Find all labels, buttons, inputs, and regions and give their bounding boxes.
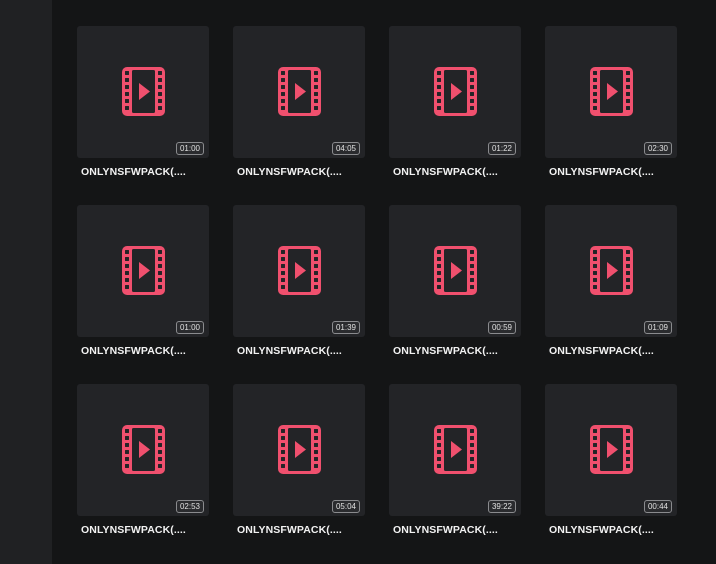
video-tile[interactable]: 01:09 ONLYNSFWPACK(.... [545, 205, 677, 384]
duration-badge: 01:00 [175, 321, 204, 334]
video-title[interactable]: ONLYNSFWPACK(.... [549, 345, 677, 357]
video-title[interactable]: ONLYNSFWPACK(.... [81, 524, 209, 536]
duration-badge: 01:22 [487, 142, 516, 155]
duration-badge: 02:30 [643, 142, 672, 155]
video-tile[interactable]: 01:39 ONLYNSFWPACK(.... [233, 205, 365, 384]
video-thumbnail[interactable]: 00:59 [389, 205, 521, 337]
video-thumbnail[interactable]: 02:53 [77, 384, 209, 516]
film-play-icon [278, 425, 321, 474]
duration-badge: 01:00 [175, 142, 204, 155]
film-play-icon [590, 246, 633, 295]
duration-badge: 01:09 [643, 321, 672, 334]
video-tile[interactable]: 01:00 ONLYNSFWPACK(.... [77, 205, 209, 384]
film-play-icon [122, 425, 165, 474]
video-thumbnail[interactable]: 01:09 [545, 205, 677, 337]
film-play-icon [434, 425, 477, 474]
video-thumbnail[interactable]: 01:39 [233, 205, 365, 337]
duration-badge: 04:05 [331, 142, 360, 155]
film-play-icon [122, 67, 165, 116]
video-thumbnail[interactable]: 01:00 [77, 26, 209, 158]
film-play-icon [122, 246, 165, 295]
film-play-icon [434, 246, 477, 295]
duration-badge: 39:22 [487, 500, 516, 513]
video-title[interactable]: ONLYNSFWPACK(.... [393, 345, 521, 357]
film-play-icon [590, 425, 633, 474]
video-title[interactable]: ONLYNSFWPACK(.... [549, 524, 677, 536]
video-tile[interactable]: 01:00 ONLYNSFWPACK(.... [77, 26, 209, 205]
video-thumbnail[interactable]: 00:44 [545, 384, 677, 516]
duration-badge: 00:44 [643, 500, 672, 513]
video-title[interactable]: ONLYNSFWPACK(.... [237, 524, 365, 536]
video-title[interactable]: ONLYNSFWPACK(.... [393, 166, 521, 178]
video-title[interactable]: ONLYNSFWPACK(.... [237, 166, 365, 178]
duration-badge: 05:04 [331, 500, 360, 513]
video-tile[interactable]: 00:59 ONLYNSFWPACK(.... [389, 205, 521, 384]
video-tile[interactable]: 39:22 ONLYNSFWPACK(.... [389, 384, 521, 563]
film-play-icon [278, 67, 321, 116]
video-tile[interactable]: 04:05 ONLYNSFWPACK(.... [233, 26, 365, 205]
film-play-icon [278, 246, 321, 295]
video-grid: 01:00 ONLYNSFWPACK(.... 04:05 ONLYNSFWPA… [77, 26, 677, 563]
video-thumbnail[interactable]: 01:00 [77, 205, 209, 337]
sidebar [0, 0, 52, 564]
video-tile[interactable]: 00:44 ONLYNSFWPACK(.... [545, 384, 677, 563]
video-title[interactable]: ONLYNSFWPACK(.... [237, 345, 365, 357]
duration-badge: 01:39 [331, 321, 360, 334]
film-play-icon [590, 67, 633, 116]
video-thumbnail[interactable]: 04:05 [233, 26, 365, 158]
video-tile[interactable]: 02:30 ONLYNSFWPACK(.... [545, 26, 677, 205]
video-title[interactable]: ONLYNSFWPACK(.... [81, 345, 209, 357]
film-play-icon [434, 67, 477, 116]
duration-badge: 00:59 [487, 321, 516, 334]
video-title[interactable]: ONLYNSFWPACK(.... [81, 166, 209, 178]
video-tile[interactable]: 01:22 ONLYNSFWPACK(.... [389, 26, 521, 205]
video-thumbnail[interactable]: 05:04 [233, 384, 365, 516]
video-tile[interactable]: 02:53 ONLYNSFWPACK(.... [77, 384, 209, 563]
video-thumbnail[interactable]: 01:22 [389, 26, 521, 158]
video-tile[interactable]: 05:04 ONLYNSFWPACK(.... [233, 384, 365, 563]
video-thumbnail[interactable]: 39:22 [389, 384, 521, 516]
duration-badge: 02:53 [175, 500, 204, 513]
video-title[interactable]: ONLYNSFWPACK(.... [393, 524, 521, 536]
video-title[interactable]: ONLYNSFWPACK(.... [549, 166, 677, 178]
video-thumbnail[interactable]: 02:30 [545, 26, 677, 158]
